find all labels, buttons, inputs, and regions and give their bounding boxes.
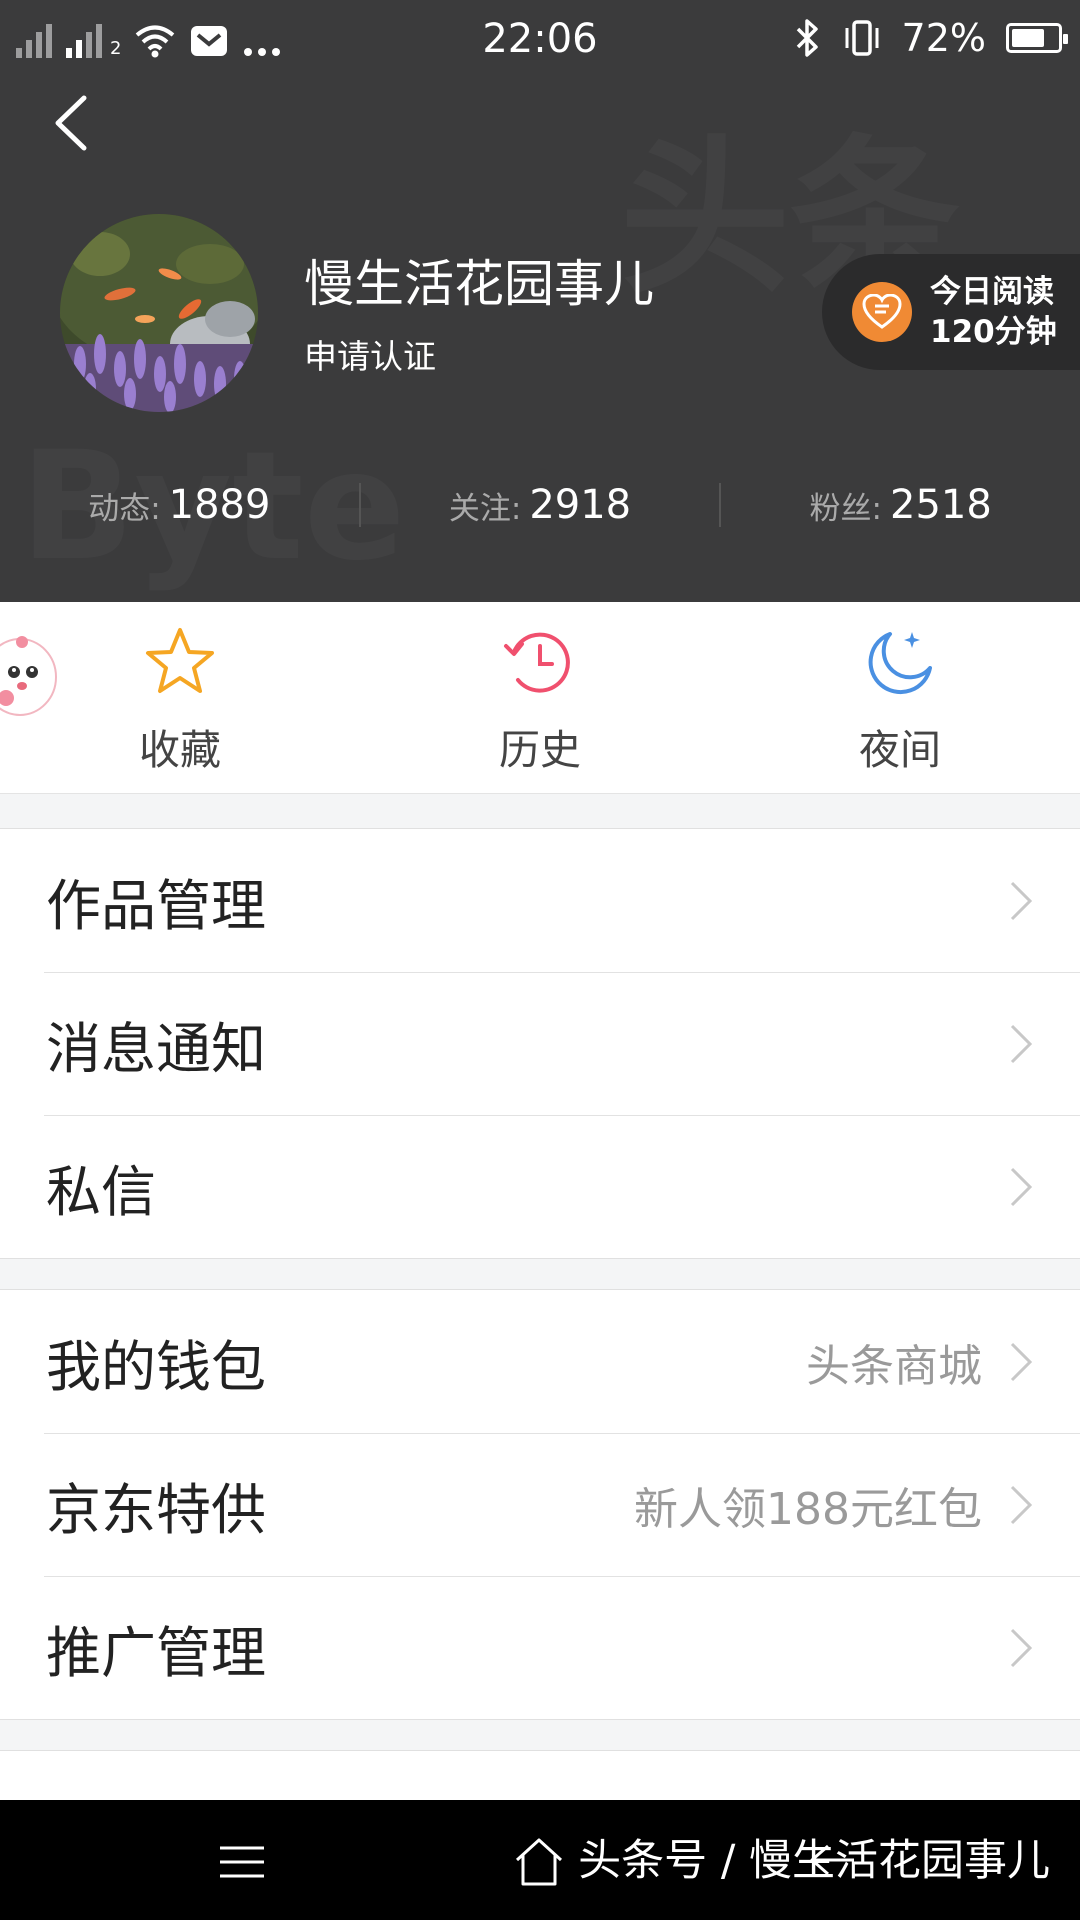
- reading-title: 今日阅读: [930, 274, 1054, 310]
- bluetooth-icon: [796, 19, 818, 57]
- profile-header: Byte 头条 2 22:06: [0, 0, 1080, 602]
- menu-icon[interactable]: [216, 1844, 268, 1880]
- history-label: 历史: [499, 726, 581, 774]
- menu-item-notifications[interactable]: 消息通知: [0, 972, 1080, 1115]
- menu-item-wallet[interactable]: 我的钱包 头条商城: [0, 1290, 1080, 1433]
- battery-icon: [1006, 23, 1068, 53]
- stat-following[interactable]: 关注: 2918: [361, 470, 720, 540]
- chevron-right-icon: [1010, 1485, 1033, 1525]
- menu-item-label: 私信: [46, 1159, 157, 1224]
- chevron-right-icon: [1010, 1628, 1033, 1668]
- moon-icon: [868, 632, 932, 695]
- vibrate-icon: [845, 20, 879, 56]
- menu-item-label: 消息通知: [46, 1016, 267, 1081]
- username: 慢生活花园事儿: [304, 255, 654, 313]
- menu-item-label: 京东特供: [46, 1477, 267, 1542]
- menu-item-promotion-management[interactable]: 推广管理: [0, 1576, 1080, 1719]
- quick-actions: 收藏 历史 夜间: [0, 602, 1080, 794]
- menu-item-value: 头条商城: [806, 1340, 982, 1392]
- menu-group-content: 作品管理 消息通知 私信: [0, 828, 1080, 1259]
- menu-item-label: 我的钱包: [46, 1334, 267, 1399]
- stat-followers[interactable]: 粉丝: 2518: [721, 470, 1080, 540]
- menu-item-value: 新人领188元红包: [634, 1483, 982, 1535]
- menu-item-label: 作品管理: [46, 873, 267, 938]
- favorites-label: 收藏: [139, 726, 221, 774]
- today-reading-badge[interactable]: 今日阅读 120分钟: [822, 254, 1080, 370]
- menu-item-jd-special[interactable]: 京东特供 新人领188元红包: [0, 1433, 1080, 1576]
- chevron-right-icon: [1010, 881, 1033, 921]
- stat-value: 1889: [168, 482, 271, 528]
- chevron-right-icon: [1010, 1167, 1033, 1207]
- stat-value: 2518: [890, 482, 992, 528]
- stat-label: 动态:: [88, 490, 161, 527]
- home-icon[interactable]: [512, 1836, 566, 1888]
- menu-group-services: 我的钱包 头条商城 京东特供 新人领188元红包 推广管理: [0, 1289, 1080, 1720]
- night-mode-label: 夜间: [859, 726, 941, 774]
- stat-label: 粉丝:: [809, 490, 882, 527]
- avatar[interactable]: [60, 214, 258, 412]
- chevron-right-icon: [1010, 1342, 1033, 1382]
- reading-heart-icon: [852, 282, 912, 342]
- chevron-right-icon: [1010, 1024, 1033, 1064]
- apply-verification-link[interactable]: 申请认证: [304, 330, 436, 378]
- history-clock-icon: [504, 632, 570, 693]
- menu-item-works-management[interactable]: 作品管理: [0, 829, 1080, 972]
- menu-item-label: 推广管理: [46, 1620, 267, 1685]
- battery-percent: 72%: [901, 16, 986, 60]
- status-bar: 2 22:06 72%: [0, 0, 1080, 76]
- history-button[interactable]: 历史: [360, 602, 720, 793]
- menu-item-private-messages[interactable]: 私信: [0, 1115, 1080, 1258]
- star-icon: [146, 628, 214, 693]
- stat-label: 关注:: [448, 490, 522, 527]
- back-button[interactable]: [44, 88, 100, 158]
- stat-value: 2918: [529, 482, 632, 528]
- profile-stats: 动态: 1889 关注: 2918 粉丝: 2518: [0, 470, 1080, 540]
- reading-minutes: 120分钟: [930, 314, 1057, 350]
- system-navigation-bar: 头条号 / 慢生活花园事儿: [0, 1800, 1080, 1920]
- stat-posts[interactable]: 动态: 1889: [0, 470, 359, 540]
- mascot-icon[interactable]: [0, 632, 60, 722]
- night-mode-button[interactable]: 夜间: [720, 602, 1080, 793]
- toutiao-watermark: 头条号 / 慢生活花园事儿: [578, 1836, 1050, 1886]
